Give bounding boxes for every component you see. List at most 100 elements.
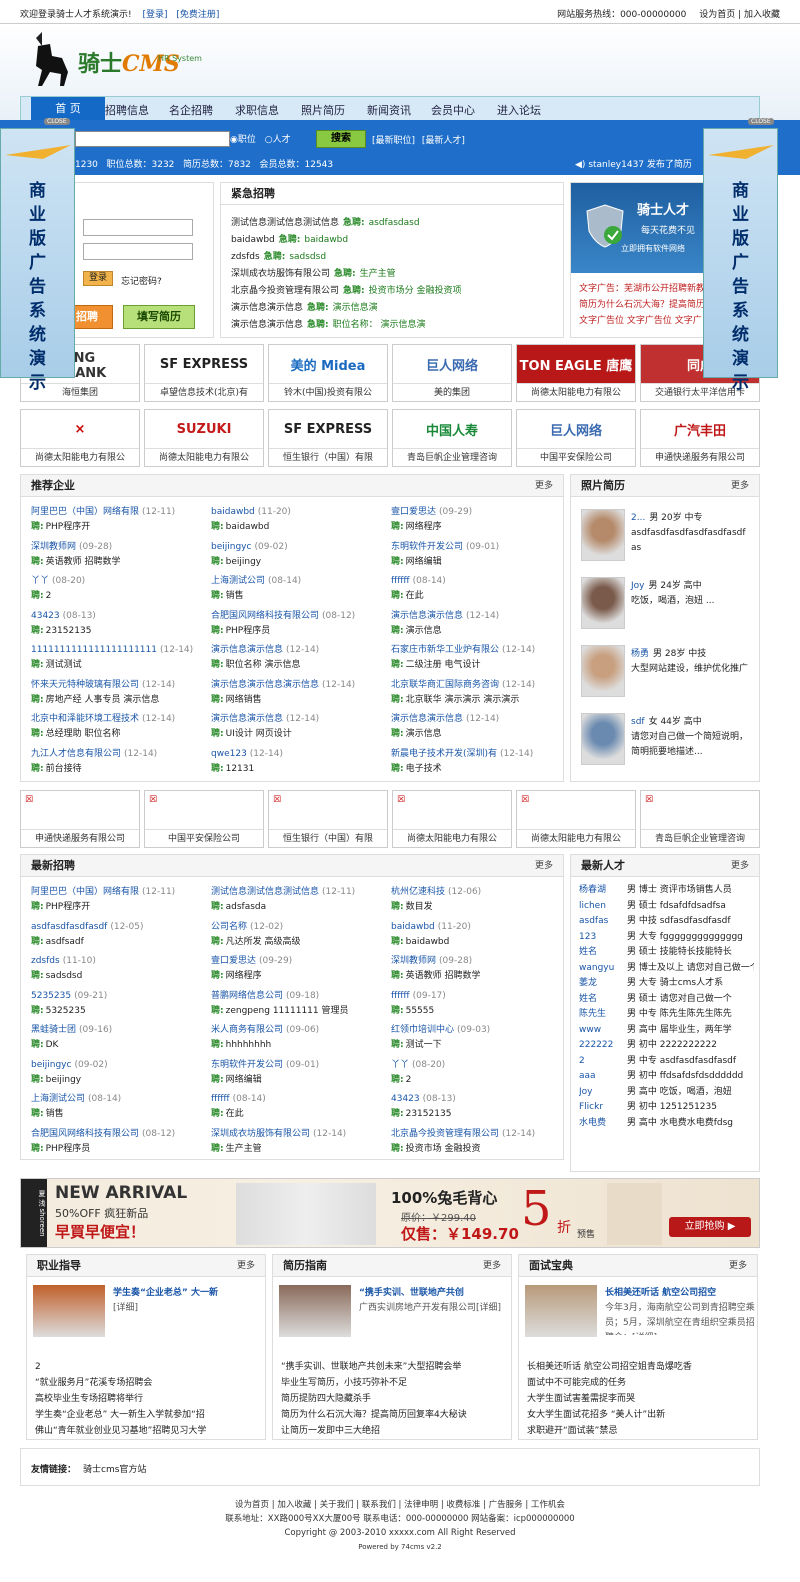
text-ad-3[interactable]: 文字广告位 文字广告位 文字广 [579,313,705,329]
resume-photo[interactable] [581,713,625,765]
job-link[interactable]: 12131 [226,764,255,774]
company-link[interactable]: baidawbd [211,507,255,517]
partner-logo[interactable]: ☒ 申通快递服务有限公司 [20,790,140,848]
company-link[interactable]: beijingyc [211,542,251,552]
register-link[interactable]: [免费注册] [176,10,219,20]
talent-name[interactable]: 杨春湖 [579,883,627,899]
resume-photo[interactable] [581,645,625,697]
company-link[interactable]: 演示信息演示信息 [211,645,283,655]
job-link[interactable]: 前台接待 [46,764,82,774]
urgent-job-link[interactable]: 投资市场分 金融投资项 [369,286,462,296]
talent-name[interactable]: Flickr [579,1100,627,1116]
company-link[interactable]: 1111111111111111111111 [31,645,157,655]
nav-photo-resume[interactable]: 照片简历 [301,102,345,118]
company-link[interactable]: asdfasdfasdfasdf [31,922,107,932]
company-link[interactable]: 北京联华商汇国际商务咨询 [391,680,499,690]
photo-resume-item[interactable]: sdf 女 44岁 高中 请您对自己做一个简短说明，简明扼要地描述... [581,713,751,773]
article-detail[interactable]: [详细] [113,1301,263,1335]
nav-seek[interactable]: 求职信息 [235,102,279,118]
job-link[interactable]: 测试测试 [46,660,82,670]
company-link[interactable]: 演示信息演示信息 [391,611,463,621]
job-link[interactable]: 23152135 [406,1109,452,1119]
job-link[interactable]: 在此 [406,591,424,601]
job-link[interactable]: 测试一下 [406,1040,442,1050]
job-link[interactable]: PHP程序员 [226,626,271,636]
nav-jobs[interactable]: 招聘信息 [105,102,149,118]
urgent-job-link[interactable]: 生产主管 [360,269,396,279]
job-link[interactable]: 总经理助 职位名称 [46,729,121,739]
password-input[interactable] [83,243,193,260]
article-link[interactable]: 2 [35,1359,261,1375]
job-link[interactable]: 23152135 [46,626,92,636]
company-link[interactable]: 合肥国风网络科技有限公司 [211,611,319,621]
talent-name[interactable]: 陈先生 [579,1007,627,1023]
job-link[interactable]: 电子技术 [406,764,442,774]
photo-resume-item[interactable]: 杨勇男 28岁 中技 大型网站建设，维护优化推广 [581,645,751,705]
partner-logo[interactable]: 美的 Midea 铃木(中国)投资有限公 [268,344,388,402]
job-link[interactable]: 英语教师 招聘数学 [46,557,121,567]
resume-name[interactable]: sdf [631,717,645,727]
job-link[interactable]: 2 [406,1075,412,1085]
article-headline[interactable]: 学生奏“企业老总” 大一新 [113,1285,263,1298]
job-link[interactable]: 职位名称 演示信息 [226,660,301,670]
resume-photo[interactable] [581,577,625,629]
company-link[interactable]: 合肥国风网络科技有限公司 [31,1129,139,1139]
urgent-job-link[interactable]: baidawbd [304,235,348,245]
company-link[interactable]: 丫丫 [31,576,49,586]
article-link[interactable]: “就业服务月”花溪专场招聘会 [35,1375,261,1391]
urgent-item[interactable]: 测试信息测试信息测试信息 急聘: asdfasdasd [231,215,462,232]
photo-resume-item[interactable]: Joy 男 24岁 高中 吃饭，喝酒，泡妞 ... [581,577,751,637]
article-link[interactable]: 高校毕业生专场招聘将举行 [35,1391,261,1407]
search-button[interactable]: 搜索 [316,130,366,148]
job-link[interactable]: 凡达所发 高级高级 [226,937,301,947]
talent-name[interactable]: 水电费 [579,1116,627,1132]
company-link[interactable]: 北京中和泽能环境工程技术 [31,714,139,724]
article-link[interactable]: 女大学生面试花招多 “美人计”出新 [527,1407,753,1423]
partner-logo[interactable]: 巨人网络 中国平安保险公司 [516,409,636,467]
company-link[interactable]: 怀来天元特种玻璃有限公司 [31,680,139,690]
banner-buy-button[interactable]: 立即抢购 ▶ [669,1217,751,1237]
company-link[interactable]: 43423 [31,611,60,621]
radio-talent[interactable]: ○人才 [265,135,291,145]
partner-logo[interactable]: 中国人寿 青岛巨帆企业管理咨询 [392,409,512,467]
company-link[interactable]: 深圳教师网 [391,956,436,966]
resume-name[interactable]: 2... [631,513,645,523]
article-link[interactable]: 长相美还听话 航空公司招空姐青岛爆吃香 [527,1359,753,1375]
urgent-item[interactable]: 深圳成衣坊服饰有限公司 急聘: 生产主管 [231,266,462,283]
article-thumbnail[interactable] [279,1285,351,1337]
company-link[interactable]: 杭州亿速科技 [391,887,445,897]
article-link[interactable]: 面试中不可能完成的任务 [527,1375,753,1391]
company-link[interactable]: 红领巾培训中心 [391,1025,454,1035]
nav-companies[interactable]: 名企招聘 [169,102,213,118]
resume-photo[interactable] [581,509,625,561]
talent-name[interactable]: Joy [579,1085,627,1101]
company-link[interactable]: baidawbd [391,922,435,932]
company-link[interactable]: 阿里巴巴（中国）网络有限 [31,507,139,517]
partner-logo[interactable]: SF EXPRESS 卓望信息技术(北京)有 [144,344,264,402]
add-favorite-link[interactable]: 加入收藏 [744,10,780,20]
job-link[interactable]: 销售 [46,1109,64,1119]
job-link[interactable]: PHP程序开 [46,522,91,532]
article-headline[interactable]: 长相美还听话 航空公司招空 [605,1285,755,1298]
job-link[interactable]: 网络程序 [406,522,442,532]
job-link[interactable]: PHP程序开 [46,902,91,912]
company-link[interactable]: beijingyc [31,1060,71,1070]
talent-name[interactable]: www [579,1023,627,1039]
talent-name[interactable]: asdfas [579,914,627,930]
article-thumbnail[interactable] [525,1285,597,1337]
company-link[interactable]: 九江人才信息有限公司 [31,749,121,759]
company-link[interactable]: ffffff [391,576,410,586]
company-link[interactable]: 上海测试公司 [31,1094,85,1104]
company-link[interactable]: zdsfds [31,956,60,966]
partner-logo[interactable]: × 尚德太阳能电力有限公 [20,409,140,467]
company-link[interactable]: 演示信息演示信息 [211,714,283,724]
partner-logo[interactable]: ☒ 恒生银行（中国）有限 [268,790,388,848]
talent-more[interactable]: 更多 [731,855,749,877]
talent-name[interactable]: 222222 [579,1038,627,1054]
partner-logo[interactable]: 广汽丰田 申通快递服务有限公司 [640,409,760,467]
resume-name[interactable]: Joy [631,581,645,591]
radio-job[interactable]: ◉职位 [230,135,256,145]
company-link[interactable]: 米人商务有限公司 [211,1025,283,1035]
talent-name[interactable]: 姓名 [579,945,627,961]
article-more[interactable]: 更多 [729,1255,747,1277]
